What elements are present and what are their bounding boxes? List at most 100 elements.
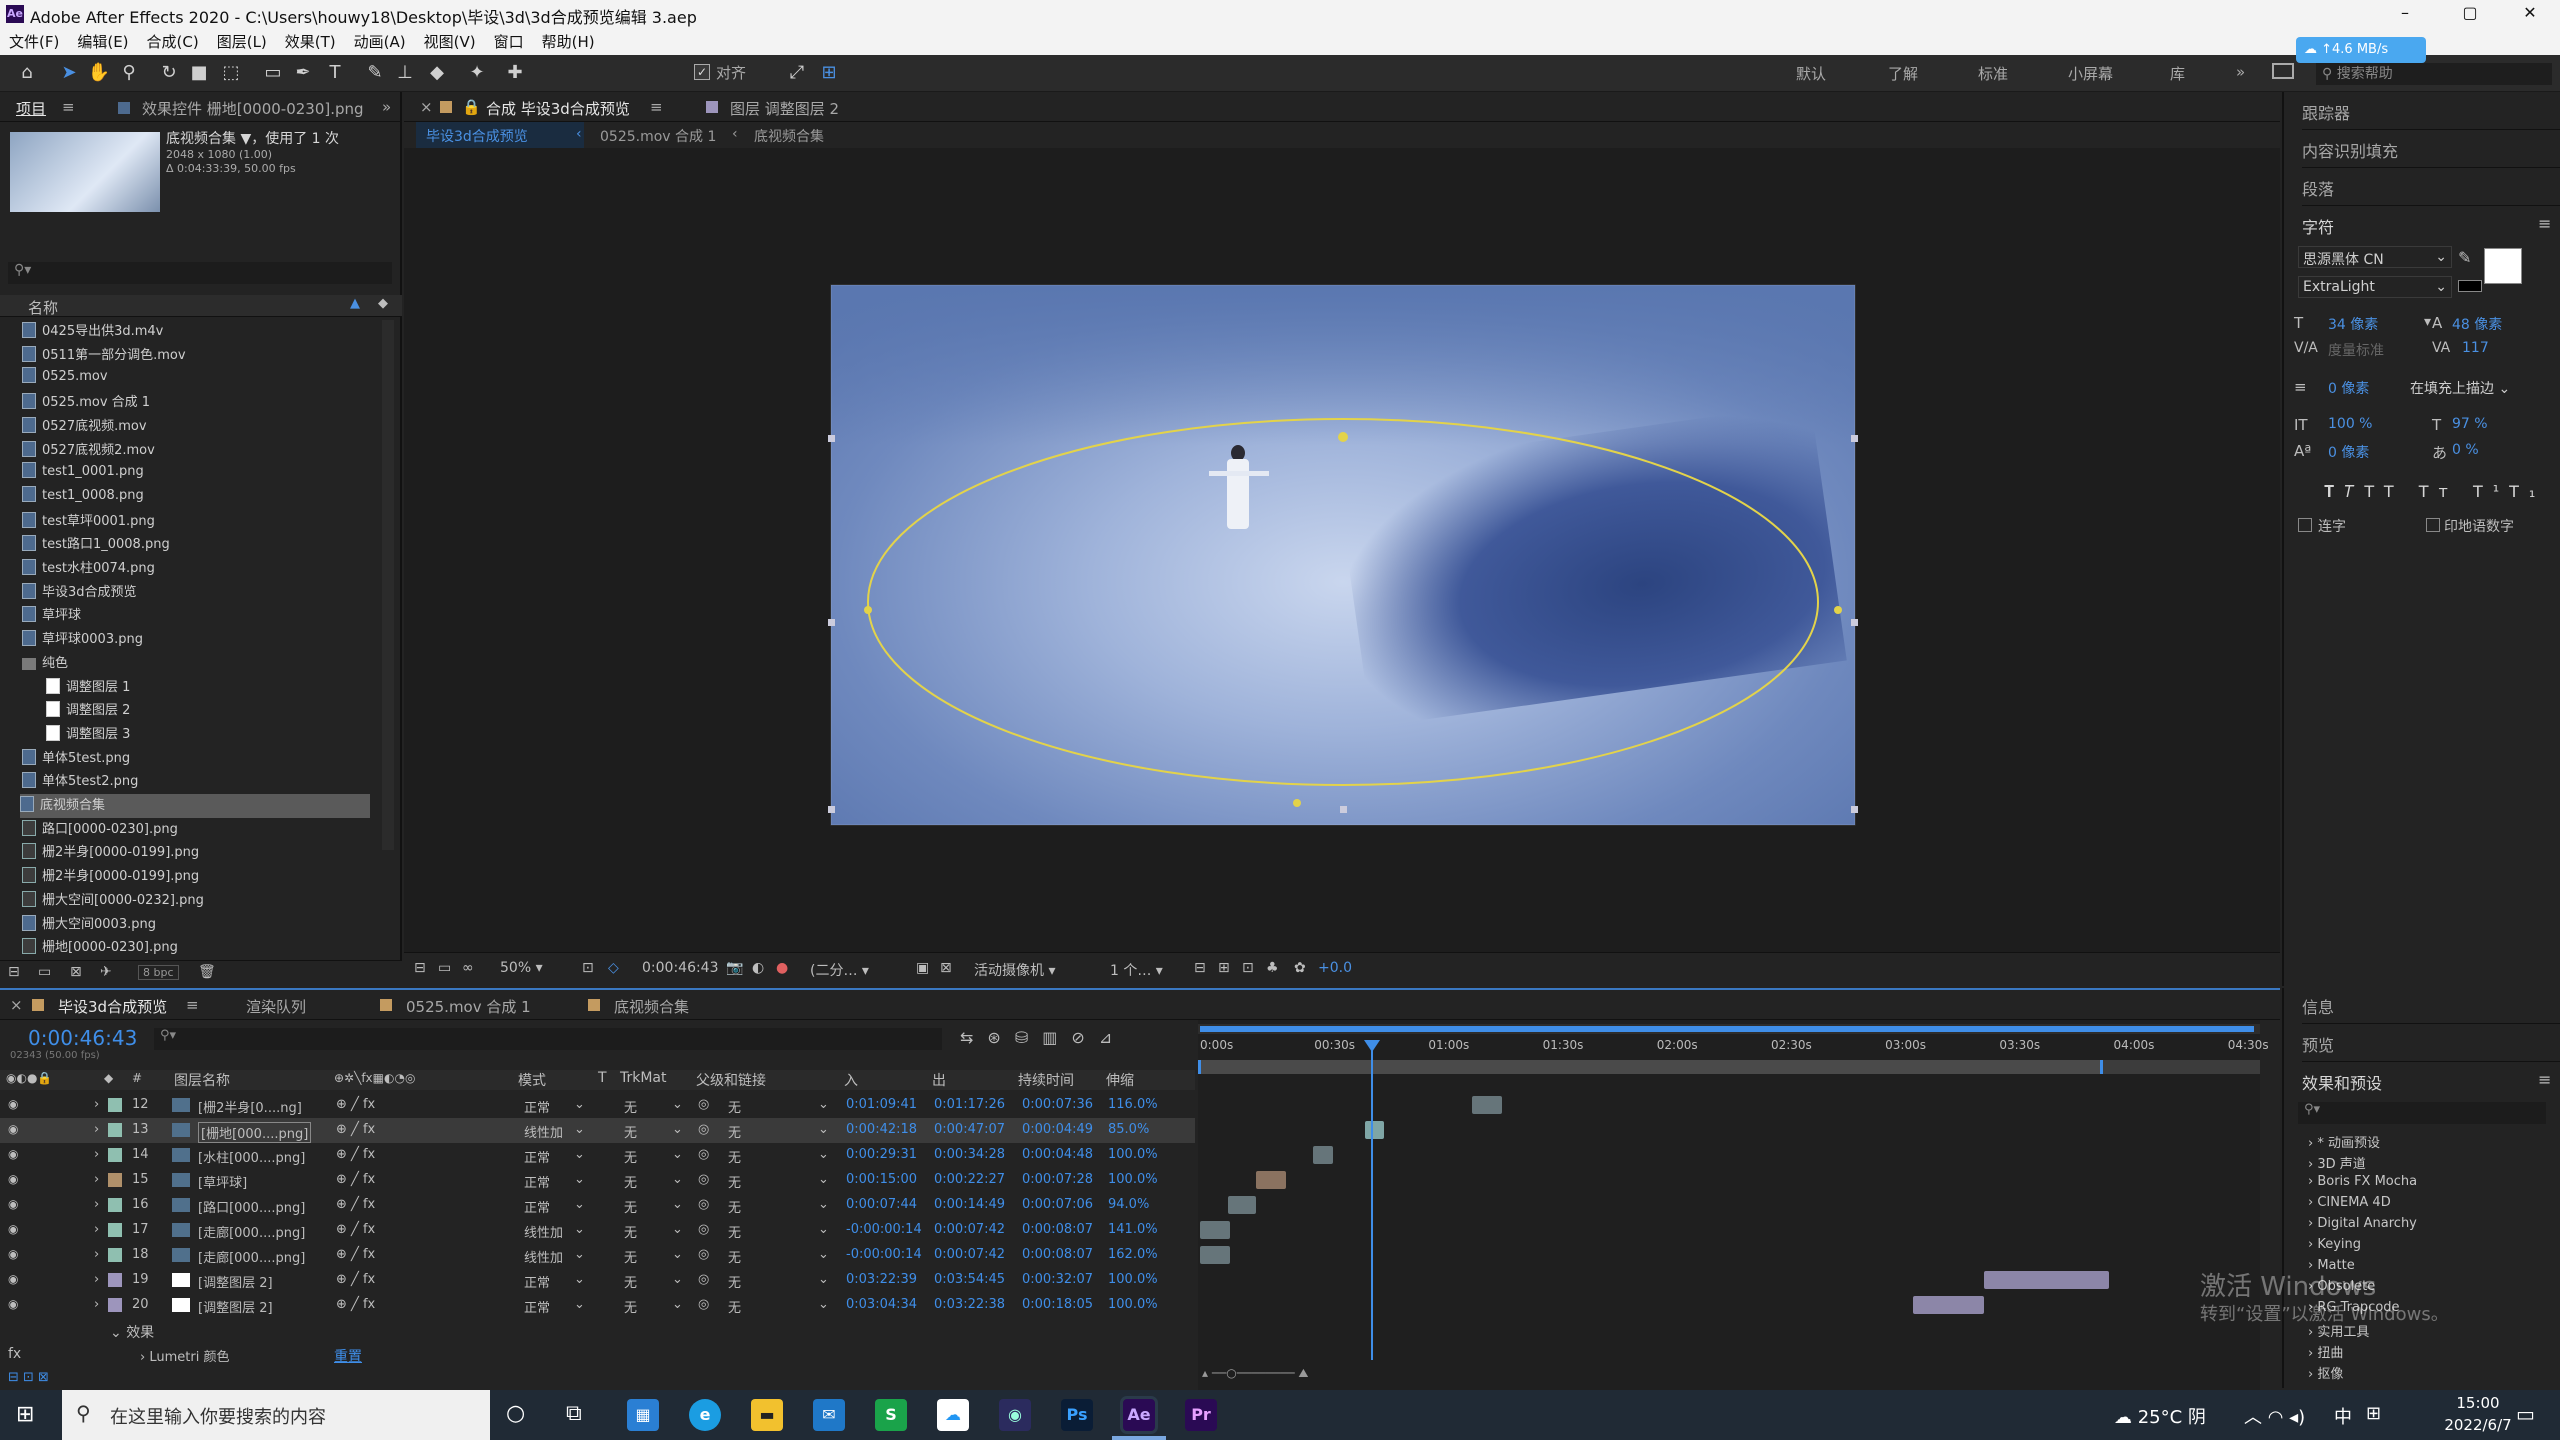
layer-switches[interactable]: ⊕ ╱ fx [336, 1122, 375, 1137]
timeline-switch-icons[interactable]: ⇆⊛⛁▥⊘⊿ [960, 1028, 1126, 1047]
layer-switches[interactable]: ⊕ ╱ fx [336, 1222, 375, 1237]
menu-icon[interactable]: ≡ [62, 98, 75, 116]
layer-trk[interactable]: 无 [624, 1297, 637, 1316]
time-ruler[interactable]: 0:00s 00:30s 01:00s 01:30s 02:00s 02:30s 03:00… [1198, 1034, 2269, 1054]
col-out[interactable]: 出 [932, 1070, 946, 1090]
layer-label-swatch[interactable] [108, 1248, 122, 1262]
effects-category[interactable]: › Digital Anarchy [2308, 1216, 2417, 1231]
dropdown-chevron-icon[interactable]: ⌄ [818, 1247, 829, 1262]
project-item[interactable]: 栅大空间[0000-0232].png [22, 889, 204, 913]
views-select[interactable]: 1 个… ▾ [1110, 960, 1163, 980]
project-item[interactable]: 栅地[0000-0230].png [22, 936, 178, 960]
effects-category[interactable]: › * 动画预设 [2308, 1132, 2380, 1151]
photoshop-icon[interactable]: Ps [1061, 1399, 1093, 1431]
leading-value[interactable]: 48 像素 [2452, 314, 2502, 334]
expand-layer-icon[interactable]: › [94, 1272, 99, 1287]
ime-indicator[interactable]: 中 [2334, 1403, 2352, 1429]
mask-vertex-bottom[interactable] [1293, 799, 1301, 807]
file-explorer-icon[interactable]: ▬ [751, 1399, 783, 1431]
parent-pickwhip-icon[interactable]: ◎ [698, 1272, 709, 1287]
zoom-slider[interactable]: ▴ ──○──────── ⛰ [1202, 1366, 1322, 1380]
snap-icon[interactable]: ⤢ [784, 60, 810, 86]
timeline-menu-icon[interactable]: ≡ [186, 996, 199, 1014]
tab-base-video[interactable]: 底视频合集 [614, 996, 689, 1017]
menu-help[interactable]: 帮助(H) [533, 28, 604, 52]
effects-category[interactable]: › Keying [2308, 1237, 2361, 1252]
mask-visibility-icon[interactable]: ◇ [608, 960, 619, 976]
layer-switches[interactable]: ⊕ ╱ fx [336, 1272, 375, 1287]
stroke-width-value[interactable]: 0 像素 [2328, 378, 2369, 398]
dropdown-chevron-icon[interactable]: ⌄ [818, 1222, 829, 1237]
taskbar-search-box[interactable]: ⚲ 在这里输入你要搜索的内容 [62, 1390, 490, 1440]
edge-icon[interactable]: e [689, 1399, 721, 1431]
layer-mode[interactable]: 正常 [524, 1297, 550, 1316]
dropdown-chevron-icon[interactable]: ⌄ [672, 1172, 683, 1187]
project-item[interactable]: 草坪球 [22, 604, 81, 628]
project-item[interactable]: 路口[0000-0230].png [22, 818, 178, 842]
dropdown-chevron-icon[interactable]: ⌄ [574, 1272, 585, 1287]
clone-stamp-tool-icon[interactable]: ⊥ [392, 60, 418, 86]
layer-duration-bar[interactable] [1227, 1196, 1257, 1214]
menu-composition[interactable]: 合成(C) [138, 28, 208, 52]
project-item[interactable]: 0511第一部分调色.mov [22, 344, 186, 368]
layer-trk[interactable]: 无 [624, 1122, 637, 1141]
project-item[interactable]: 底视频合集 [20, 794, 370, 818]
layer-duration-bar[interactable] [1312, 1146, 1333, 1164]
maximize-button[interactable]: ▢ [2440, 0, 2500, 28]
wechat-icon[interactable]: S [875, 1399, 907, 1431]
font-family-select[interactable]: 思源黑体 CN ⌄ [2298, 246, 2452, 268]
project-item[interactable]: test1_0001.png [22, 462, 144, 486]
layer-mode[interactable]: 正常 [524, 1197, 550, 1216]
cortana-icon[interactable]: ○ [506, 1401, 525, 1426]
dropdown-chevron-icon[interactable]: ⌄ [574, 1297, 585, 1312]
expand-layer-icon[interactable]: › [94, 1222, 99, 1237]
project-item[interactable]: 栅2半身[0000-0199].png [22, 841, 199, 865]
layer-duration-bar[interactable] [1256, 1171, 1287, 1189]
dropdown-chevron-icon[interactable]: ⌄ [574, 1147, 585, 1162]
font-size-dropdown-icon[interactable]: ▾ [2424, 314, 2431, 330]
project-item[interactable]: 0525.mov 合成 1 [22, 391, 150, 415]
visibility-eye-icon[interactable]: ◉ [8, 1197, 18, 1211]
sort-up-icon[interactable]: ▲ [350, 296, 360, 311]
project-search-input[interactable]: ⚲▾ [8, 262, 392, 284]
layer-parent[interactable]: 无 [728, 1272, 741, 1291]
zoom-select[interactable]: 50% ▾ [500, 960, 543, 976]
vertical-scale-value[interactable]: 100 % [2328, 416, 2372, 432]
parent-pickwhip-icon[interactable]: ◎ [698, 1297, 709, 1312]
flowchart-icon[interactable]: ♣ [1266, 960, 1279, 976]
grid-snap-icon[interactable]: ⊞ [816, 60, 842, 86]
dropdown-chevron-icon[interactable]: ⌄ [672, 1122, 683, 1137]
layer-duration-bar[interactable] [1200, 1246, 1230, 1264]
dropdown-chevron-icon[interactable]: ⌄ [574, 1122, 585, 1137]
col-parent[interactable]: 父级和链接 [696, 1070, 766, 1090]
project-item[interactable]: 0525.mov [22, 367, 108, 391]
visibility-eye-icon[interactable]: ◉ [8, 1222, 18, 1236]
puppet-tool-icon[interactable]: ✚ [502, 60, 528, 86]
timeline-layer-row[interactable]: ◉ › ⊕ ╱ fx 16 [路口[000....png] 正常 无 无 0:00:07:44 0… [0, 1193, 1195, 1218]
tab-comp-0525[interactable]: 0525.mov 合成 1 [406, 996, 531, 1017]
menu-view[interactable]: 视图(V) [415, 28, 485, 52]
timeline-search-input[interactable]: ⚲▾ [154, 1028, 942, 1050]
resolution-select[interactable]: (二分… ▾ [810, 960, 869, 980]
dropdown-chevron-icon[interactable]: ⌄ [672, 1147, 683, 1162]
task-view-icon[interactable]: ⧉ [566, 1401, 582, 1426]
color-channel-icon[interactable]: ● [776, 960, 788, 976]
menu-file[interactable]: 文件(F) [0, 28, 68, 52]
layer-parent[interactable]: 无 [728, 1122, 741, 1141]
project-item[interactable]: 草坪球0003.png [22, 628, 143, 652]
layer-mode[interactable]: 正常 [524, 1097, 550, 1116]
layer-switches[interactable]: ⊕ ╱ fx [336, 1097, 375, 1112]
content-fill-panel[interactable]: 内容识别填充 [2302, 130, 2560, 168]
project-item[interactable]: 纯色 [22, 652, 68, 676]
dropdown-chevron-icon[interactable]: ⌄ [574, 1197, 585, 1212]
project-item[interactable]: 毕设3d合成预览 [22, 581, 137, 605]
handle-left-bottom[interactable] [828, 806, 835, 813]
effects-category[interactable]: › 3D 声道 [2308, 1153, 2366, 1172]
premiere-icon[interactable]: Pr [1185, 1399, 1217, 1431]
col-t[interactable]: T [598, 1070, 607, 1086]
layer-switches[interactable]: ⊕ ╱ fx [336, 1197, 375, 1212]
always-preview-icon[interactable]: ⊟ [414, 960, 426, 976]
snapshot-icon[interactable]: 📷 [726, 960, 743, 976]
dropdown-chevron-icon[interactable]: ⌄ [672, 1247, 683, 1262]
store-icon[interactable]: ▦ [627, 1399, 659, 1431]
